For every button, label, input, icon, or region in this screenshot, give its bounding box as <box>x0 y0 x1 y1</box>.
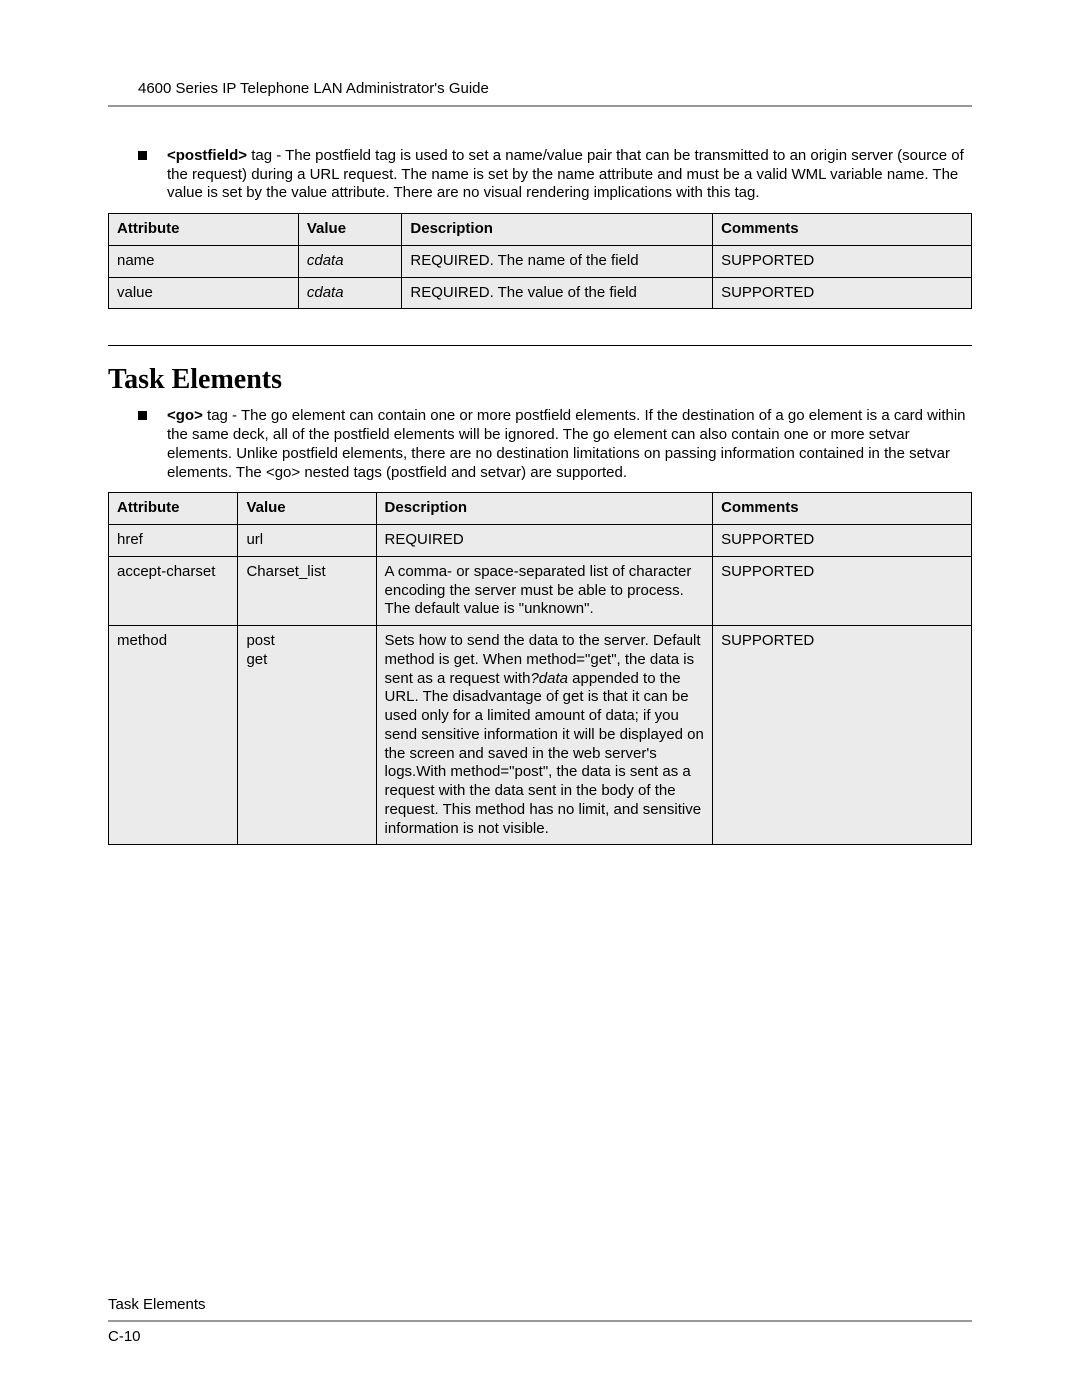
col-description: Description <box>376 493 713 525</box>
col-comments: Comments <box>713 214 972 246</box>
square-bullet-icon <box>138 411 147 420</box>
col-attribute: Attribute <box>109 214 299 246</box>
bullet-go: <go> tag - The go element can contain on… <box>138 407 972 482</box>
table-row: accept-charset Charset_list A comma- or … <box>109 556 972 625</box>
cell-attribute: value <box>109 277 299 309</box>
heading-task-elements: Task Elements <box>108 362 972 397</box>
cell-description: REQUIRED. The name of the field <box>402 245 713 277</box>
cell-attribute: name <box>109 245 299 277</box>
bullet-text: <postfield> tag - The postfield tag is u… <box>167 147 972 203</box>
cell-attribute: method <box>109 626 238 845</box>
col-value: Value <box>238 493 376 525</box>
bullet-lead: <postfield> <box>167 147 247 164</box>
desc-ital: ?data <box>530 670 568 687</box>
cell-value: Charset_list <box>238 556 376 625</box>
cell-comments: SUPPORTED <box>713 277 972 309</box>
table-row: href url REQUIRED SUPPORTED <box>109 525 972 557</box>
cell-description: Sets how to send the data to the server.… <box>376 626 713 845</box>
go-attribute-table: Attribute Value Description Comments hre… <box>108 492 972 845</box>
cell-value: cdata <box>298 245 402 277</box>
table-row: name cdata REQUIRED. The name of the fie… <box>109 245 972 277</box>
col-attribute: Attribute <box>109 493 238 525</box>
table-row: value cdata REQUIRED. The value of the f… <box>109 277 972 309</box>
footer-rule <box>108 1320 972 1322</box>
cell-description: REQUIRED <box>376 525 713 557</box>
bullet-body: tag - The postfield tag is used to set a… <box>167 147 964 202</box>
col-comments: Comments <box>713 493 972 525</box>
running-header: 4600 Series IP Telephone LAN Administrat… <box>138 80 972 99</box>
section-rule <box>108 345 972 346</box>
document-page: 4600 Series IP Telephone LAN Administrat… <box>0 0 1080 1397</box>
postfield-attribute-table: Attribute Value Description Comments nam… <box>108 213 972 309</box>
cell-comments: SUPPORTED <box>713 245 972 277</box>
table-header-row: Attribute Value Description Comments <box>109 493 972 525</box>
cell-attribute: accept-charset <box>109 556 238 625</box>
cell-comments: SUPPORTED <box>713 626 972 845</box>
cell-value: cdata <box>298 277 402 309</box>
page-footer: Task Elements C-10 <box>108 1296 972 1348</box>
cell-description: REQUIRED. The value of the field <box>402 277 713 309</box>
desc-post: appended to the URL. The disadvantage of… <box>385 670 704 837</box>
table-row: method post get Sets how to send the dat… <box>109 626 972 845</box>
col-value: Value <box>298 214 402 246</box>
bullet-text: <go> tag - The go element can contain on… <box>167 407 972 482</box>
footer-section-label: Task Elements <box>108 1296 972 1315</box>
cell-comments: SUPPORTED <box>713 556 972 625</box>
cell-value: post get <box>238 626 376 845</box>
table-header-row: Attribute Value Description Comments <box>109 214 972 246</box>
cell-description: A comma- or space-separated list of char… <box>376 556 713 625</box>
col-description: Description <box>402 214 713 246</box>
header-rule <box>108 105 972 107</box>
cell-comments: SUPPORTED <box>713 525 972 557</box>
bullet-postfield: <postfield> tag - The postfield tag is u… <box>138 147 972 203</box>
cell-value: url <box>238 525 376 557</box>
square-bullet-icon <box>138 151 147 160</box>
bullet-body: tag - The go element can contain one or … <box>167 407 966 480</box>
bullet-lead: <go> <box>167 407 203 424</box>
cell-attribute: href <box>109 525 238 557</box>
page-number: C-10 <box>108 1328 972 1347</box>
